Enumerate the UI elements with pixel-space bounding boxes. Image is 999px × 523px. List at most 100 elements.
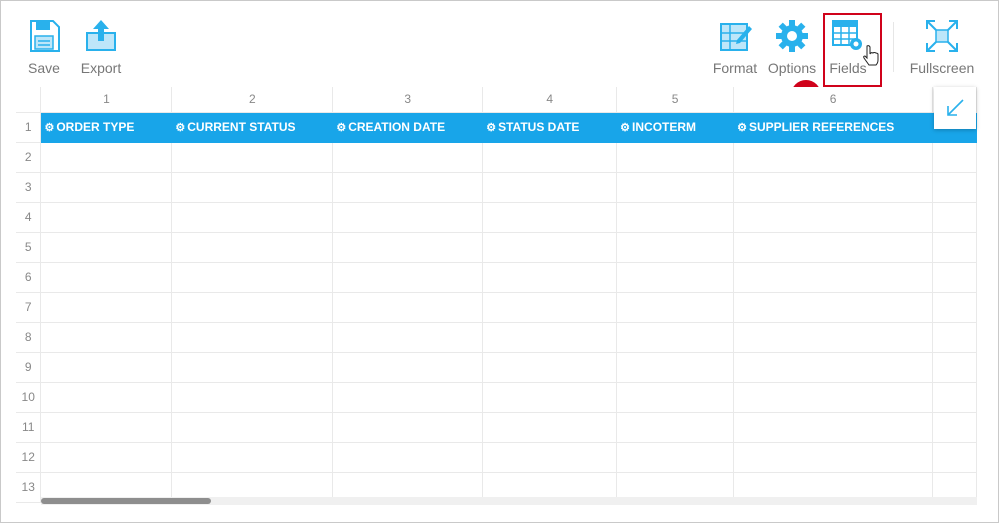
grid-cell[interactable] [171, 261, 334, 293]
row-number[interactable]: 8 [16, 321, 42, 353]
grid-cell[interactable] [932, 291, 977, 323]
grid-cell[interactable] [932, 381, 977, 413]
grid-cell[interactable] [932, 231, 977, 263]
grid-cell[interactable] [171, 351, 334, 383]
column-number[interactable]: 2 [171, 87, 334, 113]
grid-cell[interactable] [616, 441, 735, 473]
field-header-cell[interactable]: ⚙ CREATION DATE [332, 111, 484, 143]
column-number[interactable]: 6 [733, 87, 933, 113]
grid-cell[interactable] [932, 411, 977, 443]
grid-cell[interactable] [171, 411, 334, 443]
grid-cell[interactable] [332, 171, 484, 203]
save-button[interactable]: Save [24, 18, 64, 76]
row-number[interactable]: 2 [16, 141, 42, 173]
grid-cell[interactable] [40, 261, 173, 293]
grid-cell[interactable] [616, 411, 735, 443]
grid-cell[interactable] [482, 231, 618, 263]
grid-cell[interactable] [733, 351, 933, 383]
grid-cell[interactable] [482, 321, 618, 353]
grid-cell[interactable] [482, 141, 618, 173]
grid-cell[interactable] [616, 291, 735, 323]
column-number[interactable]: 1 [40, 87, 173, 113]
grid-cell[interactable] [616, 171, 735, 203]
grid-cell[interactable] [482, 171, 618, 203]
grid-cell[interactable] [40, 141, 173, 173]
field-header-cell[interactable]: ⚙ CURRENT STATUS [171, 111, 334, 143]
fullscreen-button[interactable]: Fullscreen [906, 18, 978, 76]
grid-cell[interactable] [171, 231, 334, 263]
grid-cell[interactable] [482, 201, 618, 233]
grid-cell[interactable] [171, 171, 334, 203]
grid-cell[interactable] [40, 381, 173, 413]
gear-icon[interactable]: ⚙ [175, 122, 185, 134]
grid-cell[interactable] [616, 261, 735, 293]
grid-cell[interactable] [332, 321, 484, 353]
grid-cell[interactable] [171, 381, 334, 413]
grid-cell[interactable] [482, 261, 618, 293]
grid-cell[interactable] [932, 171, 977, 203]
grid-cell[interactable] [332, 201, 484, 233]
grid-cell[interactable] [482, 411, 618, 443]
grid-cell[interactable] [171, 441, 334, 473]
field-header-cell[interactable]: ⚙ ORDER TYPE [40, 111, 173, 143]
gear-icon[interactable]: ⚙ [44, 122, 54, 134]
grid-cell[interactable] [733, 201, 933, 233]
grid-cell[interactable] [932, 201, 977, 233]
grid-cell[interactable] [332, 411, 484, 443]
row-number[interactable]: 9 [16, 351, 42, 383]
field-header-cell[interactable]: ⚙ SUPPLIER REFERENCES [733, 111, 933, 143]
row-number[interactable]: 13 [16, 471, 42, 503]
grid-cell[interactable] [932, 141, 977, 173]
grid-cell[interactable] [40, 291, 173, 323]
column-number[interactable]: 3 [332, 87, 484, 113]
row-number[interactable]: 11 [16, 411, 42, 443]
grid-cell[interactable] [482, 381, 618, 413]
row-number[interactable]: 5 [16, 231, 42, 263]
field-header-cell[interactable]: ⚙ STATUS DATE [482, 111, 618, 143]
grid-cell[interactable] [40, 441, 173, 473]
row-number[interactable]: 3 [16, 171, 42, 203]
row-number[interactable]: 6 [16, 261, 42, 293]
row-number[interactable]: 10 [16, 381, 42, 413]
grid-cell[interactable] [932, 321, 977, 353]
grid-cell[interactable] [733, 441, 933, 473]
grid-cell[interactable] [733, 291, 933, 323]
grid-cell[interactable] [40, 321, 173, 353]
grid-cell[interactable] [616, 231, 735, 263]
column-number[interactable]: 5 [616, 87, 735, 113]
grid-cell[interactable] [733, 231, 933, 263]
grid-cell[interactable] [171, 201, 334, 233]
grid-cell[interactable] [332, 351, 484, 383]
row-number[interactable]: 7 [16, 291, 42, 323]
grid-cell[interactable] [932, 261, 977, 293]
gear-icon[interactable]: ⚙ [486, 122, 496, 134]
grid-cell[interactable] [40, 351, 173, 383]
row-number[interactable]: 12 [16, 441, 42, 473]
grid-cell[interactable] [482, 291, 618, 323]
grid-cell[interactable] [332, 261, 484, 293]
horizontal-scrollbar[interactable] [41, 497, 977, 505]
grid-cell[interactable] [40, 411, 173, 443]
grid-cell[interactable] [171, 321, 334, 353]
grid-cell[interactable] [332, 231, 484, 263]
grid-cell[interactable] [733, 381, 933, 413]
format-button[interactable]: Format [710, 18, 760, 76]
grid-cell[interactable] [40, 201, 173, 233]
grid-cell[interactable] [733, 171, 933, 203]
grid-cell[interactable] [482, 351, 618, 383]
gear-icon[interactable]: ⚙ [336, 122, 346, 134]
grid-cell[interactable] [332, 441, 484, 473]
grid-cell[interactable] [171, 141, 334, 173]
grid-cell[interactable] [616, 351, 735, 383]
grid-cell[interactable] [616, 141, 735, 173]
scrollbar-thumb[interactable] [41, 498, 211, 504]
row-number[interactable]: 4 [16, 201, 42, 233]
options-button[interactable]: Options [765, 18, 819, 76]
grid-cell[interactable] [616, 321, 735, 353]
row-number[interactable]: 1 [16, 111, 42, 143]
gear-icon[interactable]: ⚙ [737, 122, 747, 134]
gear-icon[interactable]: ⚙ [620, 122, 630, 134]
grid-cell[interactable] [616, 381, 735, 413]
grid-cell[interactable] [332, 381, 484, 413]
grid-cell[interactable] [932, 441, 977, 473]
